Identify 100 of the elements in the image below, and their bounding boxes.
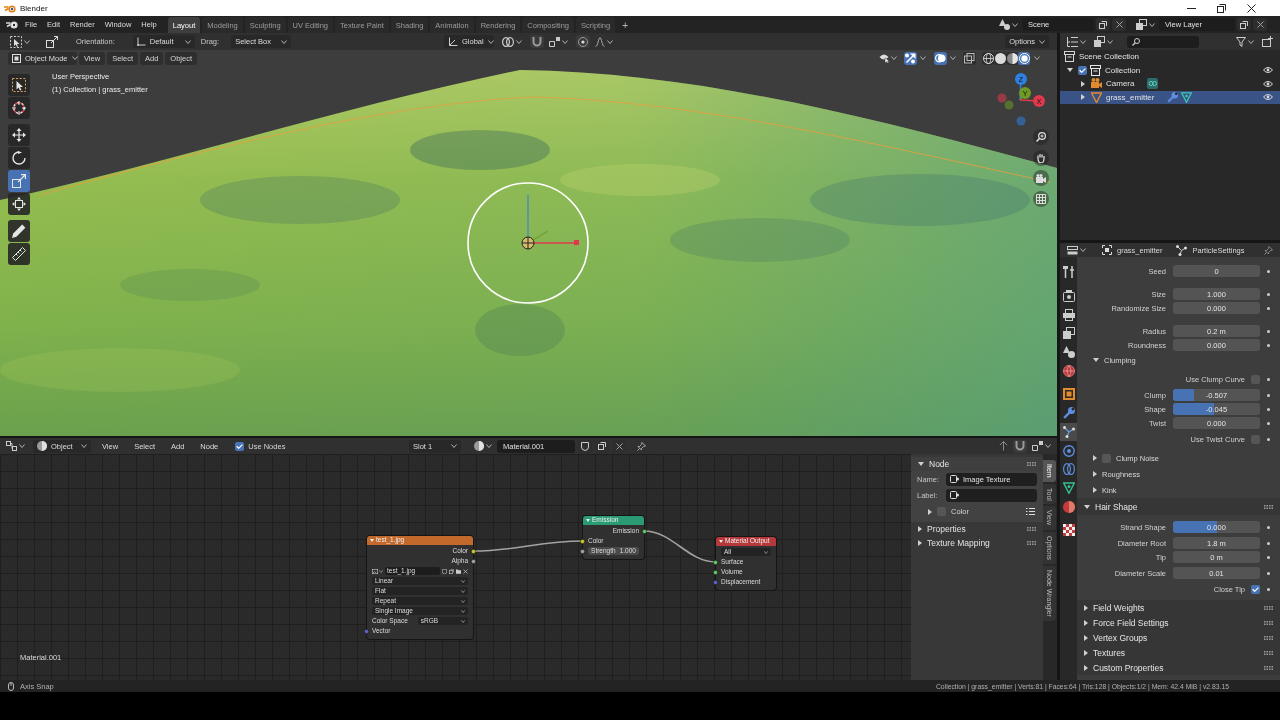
panel-header[interactable]: Textures — [1077, 645, 1280, 660]
xray-toggle[interactable] — [963, 51, 976, 65]
snap-toggle[interactable] — [1013, 439, 1027, 453]
dot-icon[interactable] — [1267, 525, 1270, 529]
dot-icon[interactable] — [1267, 437, 1270, 441]
triangle-icon[interactable] — [719, 540, 723, 543]
dot-icon[interactable] — [1267, 587, 1270, 591]
dot-icon[interactable] — [1267, 329, 1270, 333]
dot-icon[interactable] — [1267, 377, 1270, 381]
pivot-button[interactable] — [500, 35, 524, 48]
tool-button[interactable] — [8, 124, 30, 146]
triangle-icon[interactable] — [1080, 80, 1085, 87]
dot-icon[interactable] — [1267, 571, 1270, 575]
duplicate-icon[interactable] — [449, 568, 454, 574]
folder-icon[interactable] — [456, 568, 461, 574]
dot-icon[interactable] — [1267, 269, 1270, 273]
triangle-icon[interactable] — [1084, 504, 1090, 509]
triangle-icon[interactable] — [1084, 619, 1088, 626]
wrench-icon[interactable] — [1167, 91, 1179, 103]
view-layer-browse-button[interactable] — [1134, 18, 1157, 31]
eye-icon[interactable] — [1263, 67, 1273, 74]
camera-view-button[interactable] — [1033, 170, 1049, 186]
tool-button[interactable] — [8, 193, 30, 215]
eye-icon[interactable] — [1263, 94, 1273, 101]
tree-row[interactable]: grass_emitter — [1060, 90, 1280, 104]
dot-icon[interactable] — [1267, 393, 1270, 397]
socket-icon[interactable] — [471, 548, 476, 554]
panel-header[interactable]: Custom Properties — [1077, 660, 1280, 675]
shading-button[interactable] — [982, 51, 994, 65]
shading-button[interactable] — [1006, 51, 1018, 65]
triangle-icon[interactable] — [1084, 634, 1088, 641]
snap-toggle[interactable] — [530, 35, 544, 48]
triangle-icon[interactable] — [1093, 455, 1097, 461]
tool-button[interactable] — [8, 170, 30, 192]
search-field[interactable] — [1127, 35, 1199, 48]
tree-row[interactable]: Collection — [1060, 63, 1280, 77]
gizmo-toggle[interactable] — [904, 51, 917, 65]
tool-button[interactable] — [8, 74, 30, 96]
display-mode-button[interactable] — [1065, 35, 1088, 48]
dot-icon[interactable] — [1267, 421, 1270, 425]
triangle-icon[interactable] — [1084, 649, 1088, 656]
socket-icon[interactable] — [642, 528, 647, 534]
triangle-icon[interactable] — [1093, 487, 1097, 493]
dot-icon[interactable] — [1267, 292, 1270, 296]
editor-type-button[interactable] — [4, 439, 27, 453]
triangle-icon[interactable] — [928, 508, 932, 515]
panel-header[interactable]: Hair Shape — [1077, 498, 1280, 515]
image-browse-button[interactable] — [372, 567, 383, 575]
text-field[interactable] — [946, 488, 1037, 502]
overlay-toggle[interactable] — [934, 51, 947, 65]
editor-type-button[interactable] — [1065, 243, 1088, 257]
scene-browse-button[interactable] — [997, 18, 1020, 31]
panel-header[interactable]: Properties — [911, 522, 1043, 536]
fake-user-button[interactable] — [578, 439, 592, 453]
socket-icon[interactable] — [713, 569, 718, 575]
triangle-icon[interactable] — [1080, 94, 1085, 101]
eye-icon[interactable] — [1263, 80, 1273, 87]
checkbox[interactable] — [1102, 453, 1111, 463]
tree-row[interactable]: Scene Collection — [1060, 50, 1280, 64]
new-collection-button[interactable] — [1260, 35, 1275, 48]
checkbox[interactable] — [1251, 374, 1260, 384]
checkbox[interactable] — [1251, 434, 1260, 444]
dot-icon[interactable] — [1267, 555, 1270, 559]
shield-icon[interactable] — [442, 568, 447, 574]
triangle-icon[interactable] — [918, 462, 924, 466]
material-browse-button[interactable] — [472, 439, 494, 453]
pin-button[interactable] — [1262, 243, 1275, 257]
grid-view-button[interactable] — [1033, 190, 1049, 207]
triangle-icon[interactable] — [1066, 68, 1073, 73]
triangle-icon[interactable] — [1084, 664, 1088, 671]
zoom-button[interactable] — [1033, 129, 1049, 145]
panel-header[interactable]: Texture Mapping — [911, 536, 1043, 550]
triangle-icon[interactable] — [918, 540, 922, 546]
triangle-icon[interactable] — [1093, 471, 1097, 477]
rings-tile-icon[interactable] — [1147, 78, 1159, 90]
dot-icon[interactable] — [1267, 306, 1270, 310]
filter-button[interactable] — [1234, 35, 1256, 48]
dot-icon[interactable] — [1267, 541, 1270, 545]
add-workspace-button[interactable]: + — [617, 17, 634, 33]
tool-menu-button[interactable] — [8, 35, 32, 48]
shading-button[interactable] — [994, 51, 1006, 65]
socket-icon[interactable] — [580, 548, 585, 554]
proportional-editing-toggle[interactable] — [576, 35, 590, 48]
tree-row[interactable]: Camera — [1060, 77, 1280, 91]
tool-button[interactable] — [8, 147, 30, 169]
checkbox[interactable] — [1251, 584, 1260, 594]
snap-mode-button[interactable] — [1030, 439, 1053, 453]
socket-icon[interactable] — [471, 558, 476, 564]
pin-button[interactable] — [635, 439, 648, 453]
parent-node-button[interactable] — [997, 439, 1010, 453]
tool-button[interactable] — [8, 97, 30, 119]
triangle-icon[interactable] — [918, 526, 922, 532]
tool-button[interactable] — [8, 220, 30, 242]
checkbox[interactable] — [235, 441, 245, 451]
view-filter-button[interactable] — [1092, 35, 1115, 48]
triangle-icon[interactable] — [1084, 604, 1088, 611]
panel-header[interactable]: Vertex Groups — [1077, 630, 1280, 645]
pan-button[interactable] — [1033, 149, 1049, 166]
close-icon[interactable] — [463, 568, 468, 574]
socket-icon[interactable] — [580, 538, 585, 544]
